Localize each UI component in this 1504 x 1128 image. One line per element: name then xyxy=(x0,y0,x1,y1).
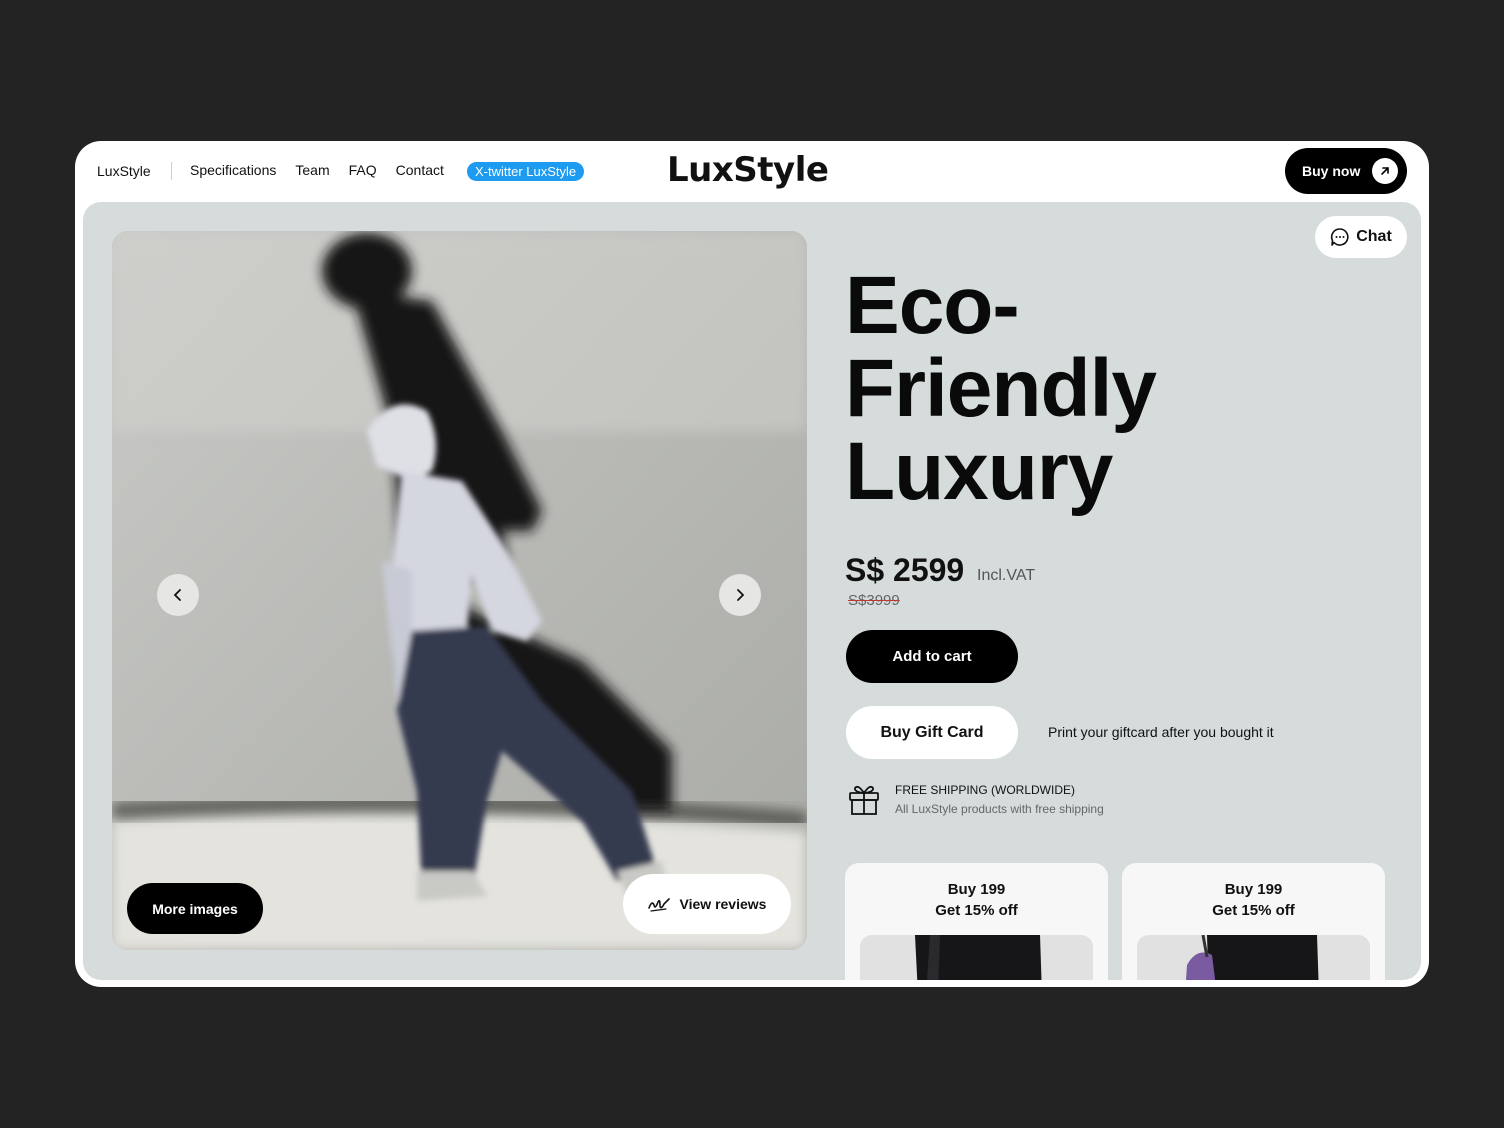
signature-icon xyxy=(647,898,670,912)
shipping-subtitle: All LuxStyle products with free shipping xyxy=(895,802,1104,816)
promo-line-1: Buy 199 xyxy=(947,881,1006,898)
headline-line-3: Luxury xyxy=(845,426,1113,517)
chat-bubble-icon xyxy=(1331,228,1349,246)
nav-item-specifications[interactable]: Specifications xyxy=(190,162,276,178)
view-reviews-label: View reviews xyxy=(679,896,767,912)
next-image-button[interactable] xyxy=(719,574,761,616)
gift-card-note: Print your giftcard after you bought it xyxy=(1048,724,1274,740)
add-to-cart-button[interactable]: Add to cart xyxy=(846,630,1018,683)
logo[interactable]: LuxStyle xyxy=(667,150,829,190)
chat-label: Chat xyxy=(1356,228,1392,245)
gift-icon xyxy=(848,782,880,821)
headline-line-1: Eco- xyxy=(845,260,1020,351)
nav-item-faq[interactable]: FAQ xyxy=(349,162,377,178)
promo-card[interactable]: Buy 199 Get 15% off xyxy=(1122,863,1385,980)
main-panel: More images View reviews Chat Eco- Frien… xyxy=(83,202,1421,980)
promo-text: Buy 199 Get 15% off xyxy=(845,879,1108,921)
arrow-up-right-icon xyxy=(1372,158,1398,184)
nav-item-contact[interactable]: Contact xyxy=(396,162,444,178)
product-headline: Eco- Friendly Luxury xyxy=(845,260,1157,517)
product-photo: More images View reviews xyxy=(112,231,807,950)
promo-line-2: Get 15% off xyxy=(1212,902,1295,919)
product-page-card: LuxStyle Specifications Team FAQ Contact… xyxy=(75,141,1429,987)
nav-divider xyxy=(171,162,172,180)
add-to-cart-label: Add to cart xyxy=(892,648,972,665)
buy-gift-card-button[interactable]: Buy Gift Card xyxy=(846,706,1018,759)
nav-links: Specifications Team FAQ Contact xyxy=(190,162,444,178)
promo-text: Buy 199 Get 15% off xyxy=(1122,879,1385,921)
twitter-link-badge[interactable]: X-twitter LuxStyle xyxy=(467,162,585,181)
buy-now-button[interactable]: Buy now xyxy=(1285,148,1407,194)
buy-now-label: Buy now xyxy=(1302,163,1361,179)
chevron-right-icon xyxy=(737,589,745,601)
headline-line-2: Friendly xyxy=(845,343,1157,434)
shipping-title: FREE SHIPPING (WORLDWIDE) xyxy=(895,783,1076,797)
chat-button[interactable]: Chat xyxy=(1315,216,1407,258)
top-nav: LuxStyle Specifications Team FAQ Contact… xyxy=(75,141,1429,201)
view-reviews-button[interactable]: View reviews xyxy=(623,874,791,934)
previous-image-button[interactable] xyxy=(157,574,199,616)
brand-link[interactable]: LuxStyle xyxy=(97,163,151,179)
product-photo-image xyxy=(112,231,807,950)
more-images-label: More images xyxy=(152,900,238,917)
vat-note: Incl.VAT xyxy=(977,567,1036,584)
promo-product-image xyxy=(860,935,1093,980)
chevron-left-icon xyxy=(173,589,181,601)
promo-product-image xyxy=(1137,935,1370,980)
buy-gift-card-label: Buy Gift Card xyxy=(880,723,984,741)
promo-line-2: Get 15% off xyxy=(935,902,1018,919)
promo-card[interactable]: Buy 199 Get 15% off xyxy=(845,863,1108,980)
promo-line-1: Buy 199 xyxy=(1224,881,1283,898)
more-images-button[interactable]: More images xyxy=(127,883,263,934)
old-price: S$3999 xyxy=(848,592,900,609)
price: S$ 2599 xyxy=(845,552,965,588)
nav-item-team[interactable]: Team xyxy=(295,162,329,178)
